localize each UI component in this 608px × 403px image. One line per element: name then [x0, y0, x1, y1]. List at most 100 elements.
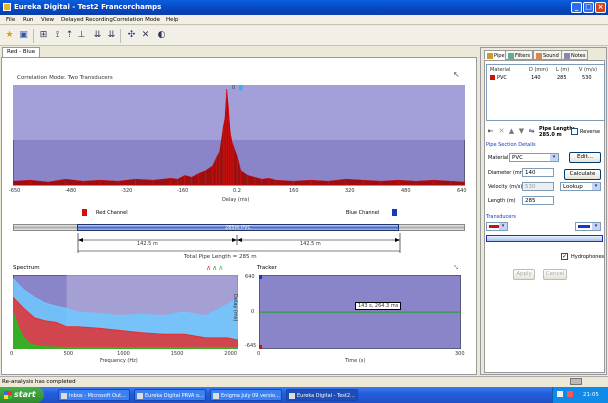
tab-notes[interactable]: Notes — [561, 50, 589, 60]
velocity-mode-select[interactable]: Lookup ▾ — [560, 182, 601, 191]
cross-arrows-icon[interactable]: ✣ — [126, 30, 137, 41]
tools-icon[interactable]: ✕ — [140, 30, 151, 41]
calculate-button[interactable]: Calculate — [564, 169, 601, 180]
correlation-x-tick: -320 — [121, 188, 133, 194]
material-select[interactable]: PVC ▾ — [509, 153, 559, 162]
table-cell: 285 — [557, 75, 567, 81]
table-cell: 140 — [531, 75, 541, 81]
pipe-dimension-lines — [77, 233, 401, 253]
cancel-button[interactable]: Cancel — [543, 269, 567, 280]
red-transducer-icon[interactable] — [82, 209, 87, 216]
menu-view[interactable]: View — [41, 17, 54, 23]
printer-icon[interactable] — [570, 378, 582, 385]
tab-filters[interactable]: Filters — [505, 50, 533, 60]
start-button[interactable]: start — [0, 387, 44, 403]
left-distance: 142.5 m — [137, 241, 158, 247]
new-icon[interactable]: ★ — [4, 30, 15, 41]
spectrum-x-tick: 0 — [10, 351, 14, 357]
app-icon — [3, 3, 11, 11]
tab-red-blue[interactable]: Red - Blue — [2, 47, 41, 57]
zoom-in-icon[interactable]: ⊞ — [38, 30, 49, 41]
chevron-down-icon[interactable]: ▾ — [499, 223, 507, 230]
pipe-icon[interactable]: ⊥ — [76, 30, 87, 41]
tab-pipe[interactable]: Pipe — [484, 50, 508, 60]
column-header[interactable]: Material — [490, 67, 510, 73]
transducer-up-icon[interactable]: ⇡ — [64, 30, 75, 41]
minimize-button[interactable]: _ — [571, 2, 582, 13]
apply-button[interactable]: Apply — [513, 269, 535, 280]
marker-left-icon[interactable]: ⇊ — [92, 30, 103, 41]
velocity-input[interactable]: 530 — [522, 182, 554, 191]
menu-run[interactable]: Run — [23, 17, 34, 23]
diameter-label: Diameter (mm) — [488, 170, 527, 176]
tracker-y-tick: -645 — [245, 343, 257, 349]
column-header[interactable]: L (m) — [556, 67, 569, 73]
column-header[interactable]: V (m/s) — [579, 67, 597, 73]
correlation-marker[interactable]: 0 — [232, 85, 235, 91]
filter-icon — [508, 53, 514, 59]
tray-icon[interactable] — [567, 391, 573, 397]
insert-section-icon[interactable]: ⇤ — [485, 126, 496, 137]
pipe-section-list[interactable]: Material D (mm) L (m) V (m/s) PVC 140 28… — [486, 64, 605, 121]
tracker-x-label: Time (s) — [345, 358, 366, 364]
spectrum-x-label: Frequency (Hz) — [100, 358, 138, 364]
correlation-x-tick: 320 — [345, 188, 355, 194]
side-panel: Pipe Filters Sound Notes Material D (mm)… — [480, 47, 607, 375]
menu-help[interactable]: Help — [166, 17, 179, 23]
blue-channel-label: Blue Channel — [346, 210, 380, 216]
marker-right-icon[interactable]: ⇊ — [106, 30, 117, 41]
status-text: Re-analysis has completed — [2, 379, 76, 385]
tracker-top-marker — [259, 275, 262, 279]
blue-transducer-icon[interactable] — [392, 209, 397, 216]
tracker-y-tick: 640 — [245, 274, 255, 280]
blue-color-swatch — [578, 225, 590, 228]
taskbar: start Inbox - Microsoft Out... Eureka Di… — [0, 387, 608, 403]
task-eureka-test2[interactable]: Eureka Digital - Test2... — [286, 389, 358, 401]
pipe-segment[interactable]: 285m PVC — [77, 224, 399, 231]
chevron-down-icon[interactable]: ▾ — [592, 183, 600, 190]
correlation-x-tick: -650 — [9, 188, 21, 194]
material-color-swatch — [490, 75, 495, 80]
windows-logo-icon — [4, 391, 12, 399]
task-outlook[interactable]: Inbox - Microsoft Out... — [58, 389, 130, 401]
velocity-mode-value: Lookup — [563, 184, 583, 190]
hydrophones-checkbox[interactable]: ✓ — [561, 253, 568, 260]
maximize-button[interactable]: □ — [583, 2, 594, 13]
length-input[interactable]: 285 — [522, 196, 554, 205]
menu-file[interactable]: File — [6, 17, 15, 23]
spectrum-series-icons[interactable]: ∧∧∧ — [206, 264, 224, 272]
menu-delayed-recording[interactable]: Delayed Recording — [61, 17, 113, 23]
velocity-label: Velocity (m/s) — [488, 184, 523, 190]
diameter-input[interactable]: 140 — [522, 168, 554, 177]
red-transducer-color[interactable]: ▾ — [486, 222, 508, 231]
tab-sound-label: Sound — [543, 53, 559, 59]
menu-correlation-mode[interactable]: Correlation Mode — [113, 17, 160, 23]
total-pipe-length: Total Pipe Length = 285 m — [184, 254, 257, 260]
correlation-chart[interactable] — [13, 85, 465, 201]
edit-button[interactable]: Edit... — [569, 152, 601, 163]
task-enigma[interactable]: Enigma July 09 versio... — [210, 389, 282, 401]
spectrum-chart[interactable] — [13, 275, 238, 349]
filter-icon[interactable]: ⟟ — [52, 30, 63, 41]
blue-transducer-color[interactable]: ▾ — [575, 222, 601, 231]
tracker-expand-icon[interactable]: ⤡ — [454, 265, 458, 271]
spectrum-x-tick: 2000 — [224, 351, 238, 357]
tray-icon[interactable] — [557, 391, 563, 397]
tracker-chart[interactable] — [259, 275, 461, 349]
save-icon[interactable]: ▣ — [18, 30, 29, 41]
window-title: Eureka Digital - Test2 Francorchamps — [14, 3, 162, 11]
pipe-icon — [487, 53, 493, 59]
chevron-down-icon[interactable]: ▾ — [592, 223, 600, 230]
record-icon[interactable]: ◐ — [156, 30, 167, 41]
tab-sound[interactable]: Sound — [533, 50, 562, 60]
close-button[interactable]: × — [595, 2, 606, 13]
menu-bar: File Run View Delayed Recording Correlat… — [0, 15, 608, 25]
reverse-checkbox[interactable] — [571, 128, 578, 135]
reverse-pipe-icon[interactable]: ⇋ — [526, 126, 537, 137]
task-eureka-prva[interactable]: Eureka Digital PRVA o... — [134, 389, 206, 401]
column-header[interactable]: D (mm) — [529, 67, 548, 73]
spectrum-title: Spectrum — [13, 265, 40, 271]
tracker-x-tick: 300 — [455, 351, 465, 357]
chevron-down-icon[interactable]: ▾ — [550, 154, 558, 161]
material-label: Material — [488, 155, 509, 161]
